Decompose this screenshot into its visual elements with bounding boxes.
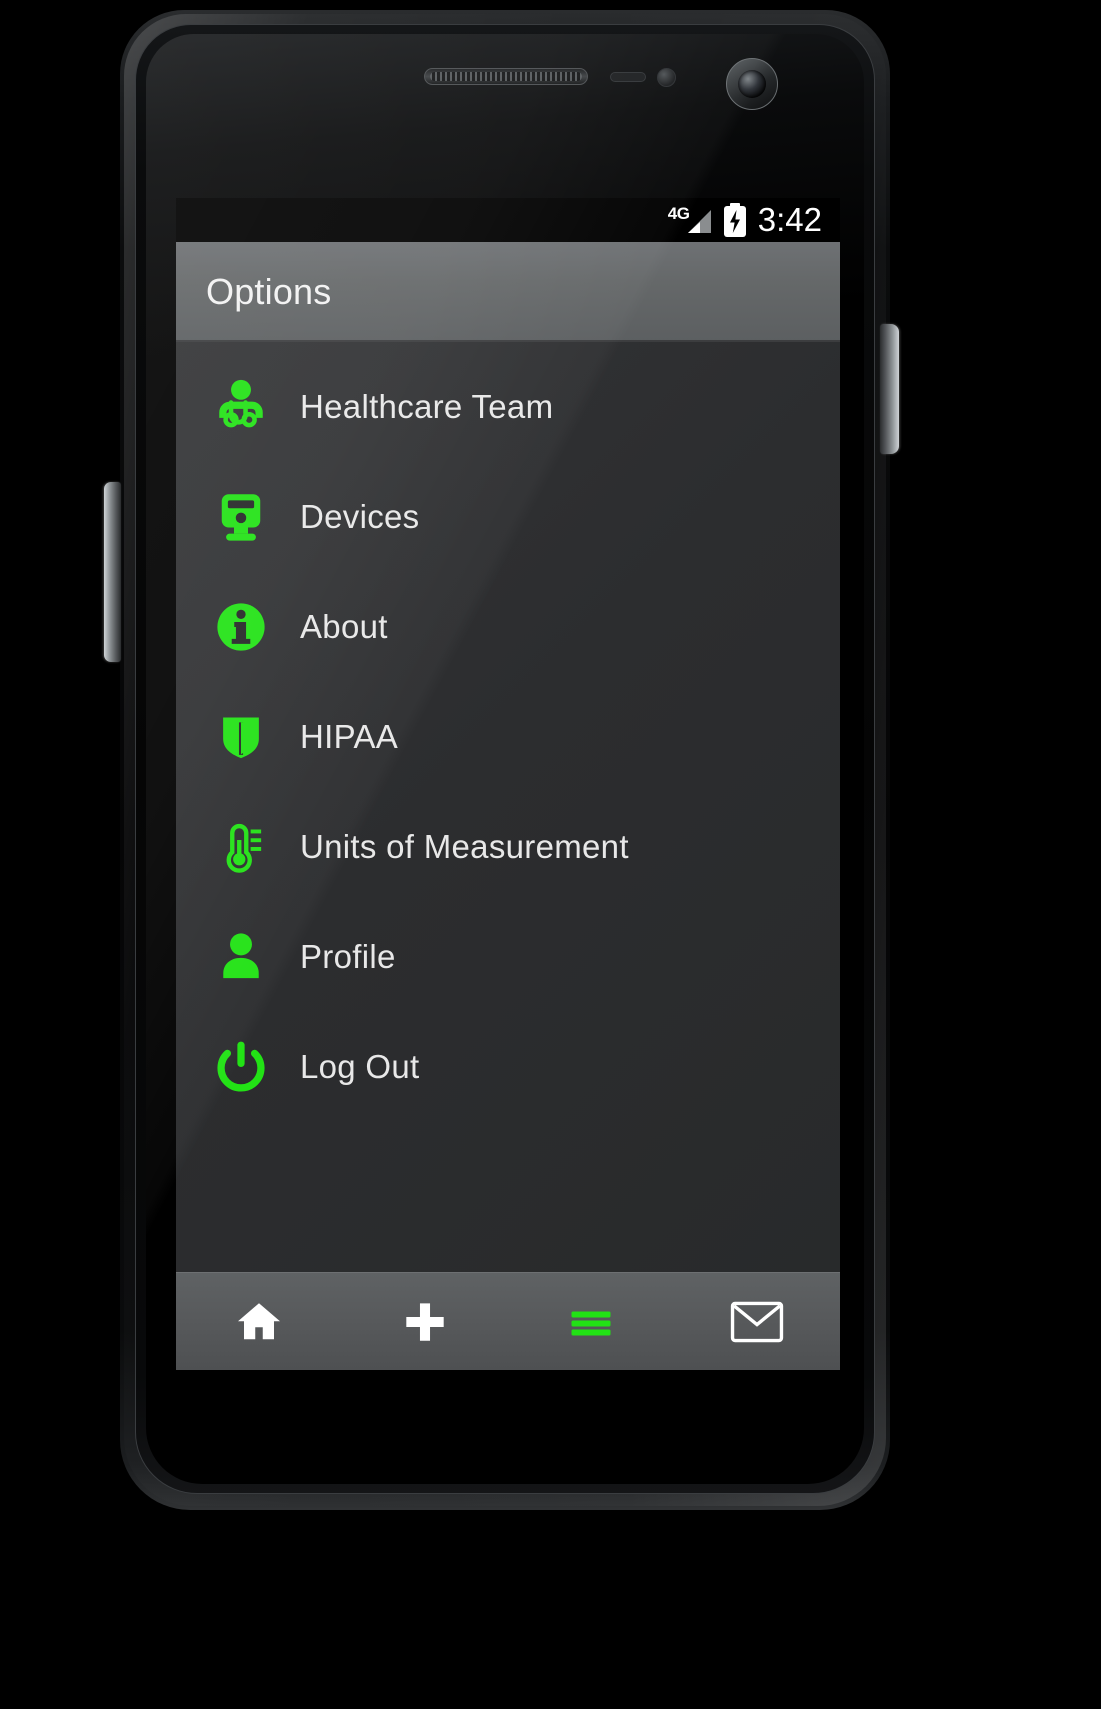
nav-button-home[interactable] bbox=[176, 1273, 342, 1370]
plus-icon bbox=[406, 1302, 444, 1341]
list-item-units-of-measurement[interactable]: Units of Measurement bbox=[176, 792, 840, 902]
front-camera bbox=[726, 58, 778, 110]
signal-bars-icon: 4G bbox=[668, 205, 712, 235]
options-list: Healthcare Team Devices About HIPAA Unit… bbox=[176, 342, 840, 1272]
page-title: Options bbox=[206, 271, 332, 312]
light-sensor bbox=[657, 68, 676, 87]
list-item-about[interactable]: About bbox=[176, 572, 840, 682]
power-icon bbox=[204, 1030, 278, 1104]
info-circle-icon bbox=[204, 590, 278, 664]
bottom-navigation-bar bbox=[176, 1272, 840, 1370]
earpiece-speaker bbox=[424, 68, 588, 85]
shield-icon bbox=[204, 700, 278, 774]
home-icon bbox=[238, 1302, 280, 1339]
device-monitor-icon bbox=[204, 480, 278, 554]
list-item-label: Log Out bbox=[300, 1048, 420, 1085]
nav-button-menu[interactable] bbox=[508, 1273, 674, 1370]
list-item-label: HIPAA bbox=[300, 718, 399, 755]
list-item-devices[interactable]: Devices bbox=[176, 462, 840, 572]
list-item-label: Healthcare Team bbox=[300, 388, 554, 425]
action-bar: Options bbox=[176, 242, 840, 342]
doctor-stethoscope-icon bbox=[204, 370, 278, 444]
front-camera-lens bbox=[738, 70, 766, 98]
list-item-label: Units of Measurement bbox=[300, 828, 629, 865]
list-item-label: Devices bbox=[300, 498, 420, 535]
list-item-profile[interactable]: Profile bbox=[176, 902, 840, 1012]
list-item-label: Profile bbox=[300, 938, 396, 975]
proximity-sensor bbox=[610, 72, 646, 82]
person-icon bbox=[204, 920, 278, 994]
list-item-hipaa[interactable]: HIPAA bbox=[176, 682, 840, 792]
volume-rocker-button[interactable] bbox=[104, 482, 121, 662]
phone-screen: 4G 3:42 Options Healthcare Team Devices … bbox=[176, 198, 840, 1370]
power-button[interactable] bbox=[880, 324, 899, 454]
hamburger-icon bbox=[571, 1311, 611, 1335]
nav-button-messages[interactable] bbox=[674, 1273, 840, 1370]
earpiece-mesh bbox=[430, 72, 582, 81]
list-item-label: About bbox=[300, 608, 388, 645]
screenshot-root: 4G 3:42 Options Healthcare Team Devices … bbox=[0, 0, 1101, 1709]
status-bar: 4G 3:42 bbox=[176, 198, 840, 242]
thermometer-icon bbox=[204, 810, 278, 884]
signal-triangle-icon bbox=[687, 210, 711, 233]
status-bar-clock: 3:42 bbox=[757, 200, 822, 238]
battery-charging-icon bbox=[723, 203, 746, 237]
list-item-log-out[interactable]: Log Out bbox=[176, 1012, 840, 1122]
envelope-icon bbox=[730, 1301, 784, 1342]
nav-button-add[interactable] bbox=[342, 1273, 508, 1370]
list-item-healthcare-team[interactable]: Healthcare Team bbox=[176, 352, 840, 462]
